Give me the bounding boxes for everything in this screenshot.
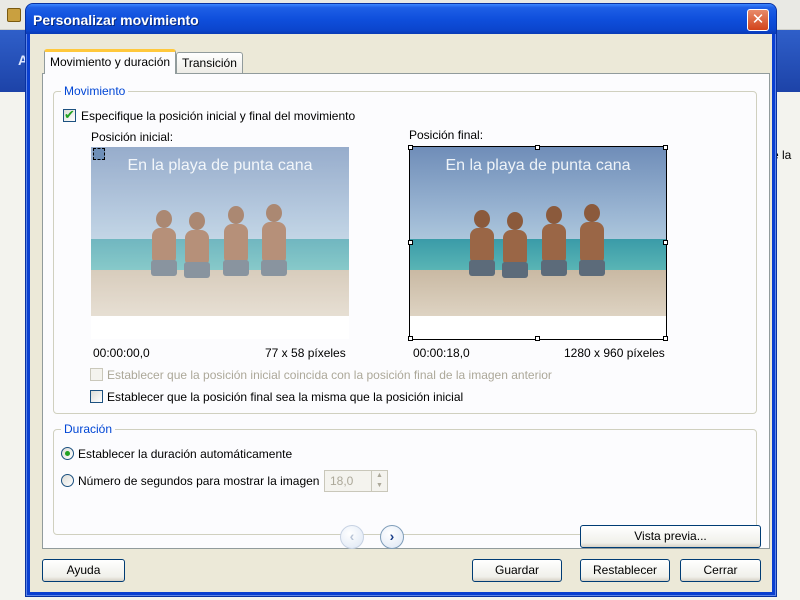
previous-image-button[interactable]: ‹ (340, 525, 364, 549)
window-title: Personalizar movimiento (33, 12, 199, 28)
group-legend: Duración (61, 422, 116, 436)
resize-handle[interactable] (408, 145, 413, 150)
final-image-caption: En la playa de punta cana (445, 157, 631, 174)
close-icon: ✕ (751, 11, 765, 28)
people-figures (466, 204, 614, 296)
final-time: 00:00:18,0 (413, 346, 470, 360)
seconds-value: 18,0 (330, 474, 354, 488)
tab-transicion[interactable]: Transición (176, 52, 243, 74)
final-size: 1280 x 960 píxeles (564, 346, 665, 360)
background-app-icon (7, 8, 21, 22)
same-position-label[interactable]: Establecer que la posición final sea la … (107, 390, 463, 404)
specify-position-label[interactable]: Especifique la posición inicial y final … (81, 109, 355, 123)
preview-button[interactable]: Vista previa... (580, 525, 761, 548)
final-position-image[interactable]: En la playa de punta cana (409, 146, 667, 340)
final-position-label: Posición final: (409, 128, 484, 142)
auto-duration-label[interactable]: Establecer la duración automáticamente (78, 447, 292, 461)
initial-position-label: Posición inicial: (91, 130, 174, 144)
resize-handle[interactable] (408, 336, 413, 341)
reset-button[interactable]: Restablecer (580, 559, 670, 582)
close-button[interactable]: Cerrar (680, 559, 761, 582)
seconds-stepper[interactable]: 18,0 ▲ ▼ (324, 470, 388, 492)
initial-size: 77 x 58 píxeles (265, 346, 346, 360)
initial-selection-marker[interactable] (93, 148, 105, 160)
resize-handle[interactable] (535, 145, 540, 150)
resize-handle[interactable] (663, 145, 668, 150)
seconds-duration-radio[interactable] (61, 474, 74, 487)
dialog-window: Personalizar movimiento ✕ Movimiento y d… (25, 3, 777, 597)
initial-time: 00:00:00,0 (93, 346, 150, 360)
stepper-up-icon[interactable]: ▲ (372, 471, 387, 481)
tab-movimiento-duracion[interactable]: Movimiento y duración (44, 49, 177, 74)
initial-image-caption: En la playa de punta cana (127, 157, 313, 174)
tab-label: Transición (182, 56, 237, 70)
title-bar[interactable]: Personalizar movimiento ✕ (26, 4, 776, 34)
chevron-right-icon: › (389, 528, 395, 544)
specify-position-checkbox[interactable] (63, 107, 76, 123)
match-previous-label: Establecer que la posición inicial coinc… (107, 368, 552, 382)
save-button[interactable]: Guardar (472, 559, 562, 582)
next-image-button[interactable]: › (380, 525, 404, 549)
match-previous-checkbox[interactable] (90, 368, 103, 381)
dialog-client: Movimiento y duración Transición Movimie… (30, 34, 772, 592)
seconds-duration-label[interactable]: Número de segundos para mostrar la image… (78, 474, 319, 488)
resize-handle[interactable] (663, 240, 668, 245)
close-window-button[interactable]: ✕ (747, 9, 769, 31)
resize-handle[interactable] (535, 336, 540, 341)
chevron-left-icon: ‹ (349, 528, 355, 544)
tab-panel: Movimiento Especifique la posición inici… (42, 73, 770, 549)
group-legend: Movimiento (61, 84, 129, 98)
people-figures (148, 204, 298, 296)
initial-position-image[interactable]: En la playa de punta cana (91, 147, 349, 339)
resize-handle[interactable] (663, 336, 668, 341)
resize-handle[interactable] (408, 240, 413, 245)
stepper-down-icon[interactable]: ▼ (372, 481, 387, 491)
auto-duration-radio[interactable] (61, 447, 74, 460)
tab-label: Movimiento y duración (50, 55, 171, 69)
same-position-checkbox[interactable] (90, 390, 103, 403)
help-button[interactable]: Ayuda (42, 559, 125, 582)
